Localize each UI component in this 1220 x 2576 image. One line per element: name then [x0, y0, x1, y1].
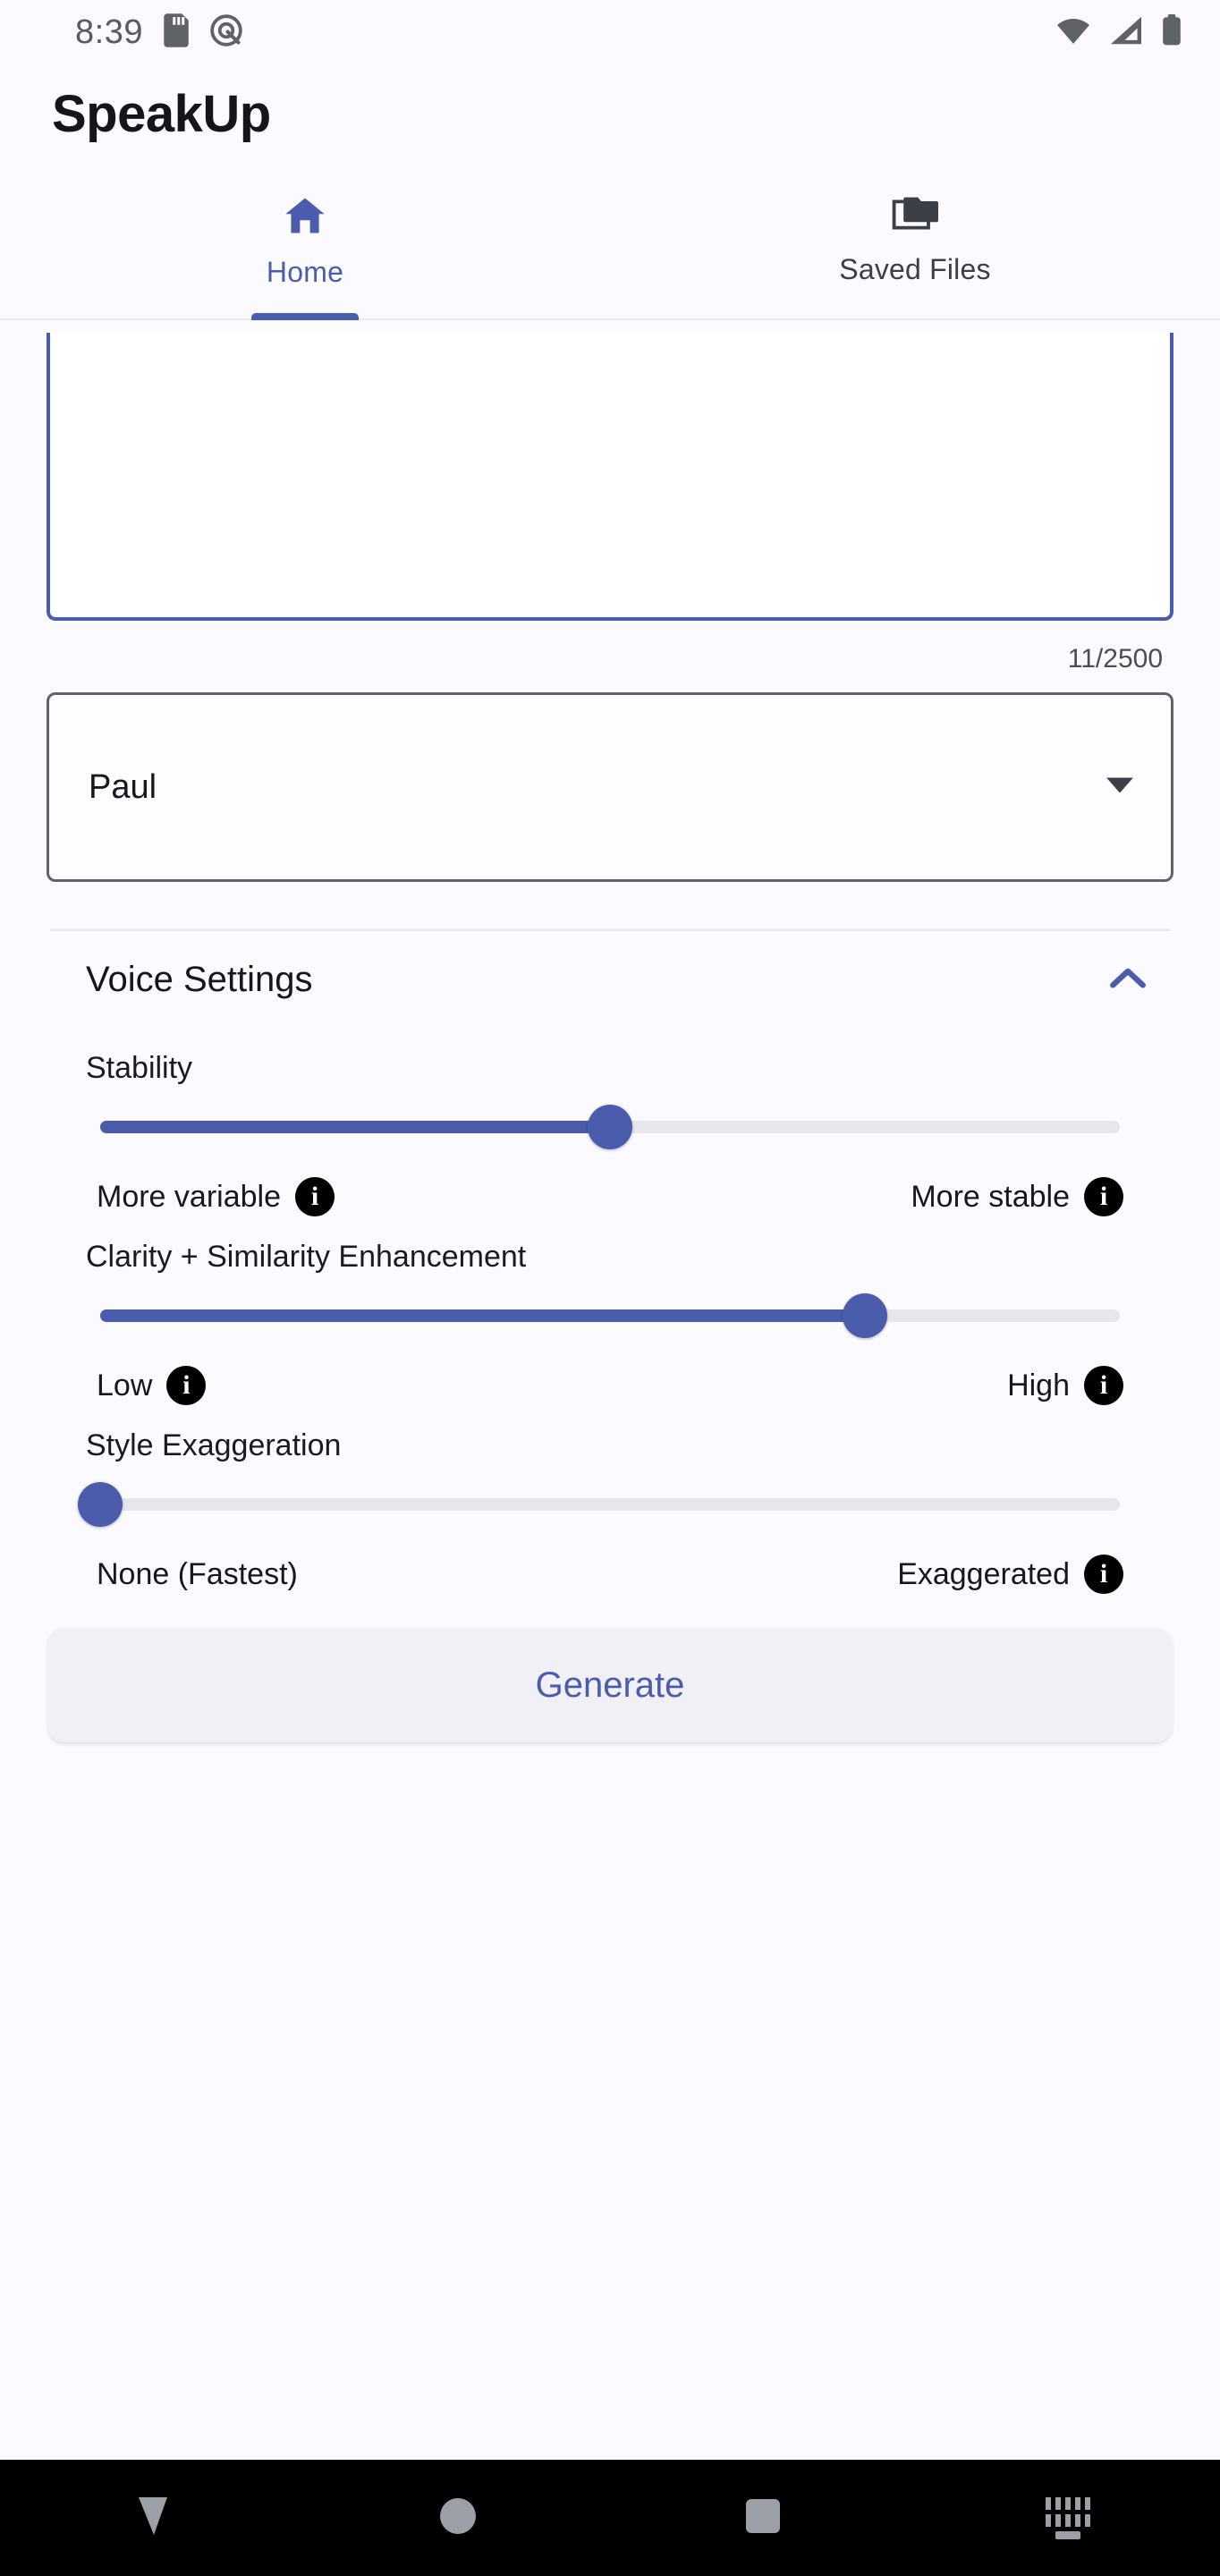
voice-select-value: Paul	[89, 767, 157, 806]
nav-recents-button[interactable]	[610, 2497, 915, 2539]
slider-stability-label: Stability	[86, 1051, 193, 1085]
tab-bar: Home Saved Files	[0, 163, 1220, 320]
nav-back-button[interactable]	[0, 2496, 305, 2541]
app-bar: SpeakUp	[0, 64, 1220, 163]
sd-card-icon	[163, 13, 190, 52]
slider-style-exaggeration: Style Exaggeration None (Fastest) Exagge…	[47, 1428, 1173, 1594]
slider-stability-min-label: More variable	[97, 1179, 281, 1214]
status-bar-left: 8:39	[75, 13, 243, 52]
slider-fill	[100, 1121, 610, 1133]
recents-square-icon	[744, 2497, 782, 2539]
slider-style-min-label: None (Fastest)	[97, 1556, 298, 1591]
generate-button-wrap: Generate	[47, 1628, 1173, 1742]
character-counter: 11/2500	[1067, 644, 1163, 674]
android-nav-bar	[0, 2460, 1220, 2576]
tab-home-label: Home	[266, 256, 344, 288]
slider-stability: Stability More variable i More stable i	[47, 1051, 1173, 1216]
slider-clarity-max-label: High	[1007, 1368, 1070, 1402]
slider-clarity-max: High i	[1007, 1366, 1123, 1405]
chevron-up-icon[interactable]	[1109, 966, 1147, 994]
slider-style-min: None (Fastest)	[97, 1557, 298, 1592]
slider-stability-max: More stable i	[911, 1177, 1123, 1216]
tab-saved-files[interactable]: Saved Files	[610, 163, 1220, 318]
status-bar-right	[1055, 13, 1182, 51]
folder-copy-icon	[892, 195, 938, 241]
info-icon[interactable]: i	[1084, 1177, 1123, 1216]
status-bar: 8:39	[0, 0, 1220, 64]
tab-saved-files-label: Saved Files	[839, 253, 991, 285]
tab-home[interactable]: Home	[0, 163, 610, 320]
slider-thumb[interactable]	[588, 1105, 632, 1149]
slider-clarity-label: Clarity + Similarity Enhancement	[86, 1240, 527, 1274]
android-q-icon	[209, 13, 243, 52]
voice-settings-title: Voice Settings	[86, 959, 313, 999]
battery-icon	[1161, 13, 1182, 51]
slider-thumb[interactable]	[78, 1482, 123, 1527]
chevron-down-icon	[1105, 775, 1135, 800]
slider-clarity: Clarity + Similarity Enhancement Low i H…	[47, 1240, 1173, 1405]
home-circle-icon	[438, 2496, 478, 2540]
wifi-icon	[1055, 15, 1091, 50]
slider-track[interactable]	[78, 1482, 1120, 1527]
slider-fill	[100, 1309, 865, 1322]
nav-home-button[interactable]	[305, 2496, 610, 2540]
generate-button[interactable]: Generate	[48, 1628, 1172, 1742]
main-content: 11/2500 Paul Voice Settings Stability Mo…	[0, 320, 1220, 2460]
keyboard-row-top	[1045, 2496, 1090, 2510]
keyboard-row-mid	[1045, 2513, 1090, 2527]
slider-clarity-min: Low i	[97, 1366, 207, 1405]
nav-keyboard-switch-button[interactable]	[915, 2496, 1220, 2539]
slider-style-max: Exaggerated i	[897, 1555, 1123, 1594]
slider-clarity-control[interactable]	[72, 1275, 1148, 1357]
home-icon	[282, 192, 328, 243]
keyboard-spacebar	[1055, 2530, 1080, 2539]
slider-track[interactable]	[100, 1293, 1120, 1338]
slider-style-max-label: Exaggerated	[897, 1556, 1070, 1591]
slider-track[interactable]	[100, 1105, 1120, 1149]
info-icon[interactable]: i	[1084, 1366, 1123, 1405]
info-icon[interactable]: i	[166, 1366, 207, 1405]
slider-style-label: Style Exaggeration	[86, 1428, 342, 1462]
tab-active-indicator	[251, 313, 359, 320]
slider-clarity-endcaps: Low i High i	[72, 1366, 1148, 1405]
voice-select-dropdown[interactable]: Paul	[47, 692, 1173, 882]
status-bar-clock: 8:39	[75, 13, 143, 51]
back-down-icon	[133, 2496, 173, 2541]
slider-stability-control[interactable]	[72, 1086, 1148, 1168]
info-icon[interactable]: i	[294, 1177, 335, 1216]
slider-clarity-min-label: Low	[97, 1368, 153, 1402]
slider-style-control[interactable]	[72, 1463, 1148, 1546]
phone-screen: 8:39 SpeakUp Home Saved Files 11/2500 Pa…	[0, 0, 1220, 2576]
slider-stability-max-label: More stable	[911, 1179, 1070, 1214]
slider-thumb[interactable]	[843, 1293, 887, 1338]
keyboard-switch-icon	[1045, 2496, 1090, 2539]
page-title: SpeakUp	[52, 84, 271, 143]
slider-style-endcaps: None (Fastest) Exaggerated i	[72, 1555, 1148, 1594]
cellular-signal-icon	[1109, 15, 1143, 50]
voice-settings-header[interactable]: Voice Settings	[47, 931, 1173, 1028]
slider-stability-min: More variable i	[97, 1177, 335, 1216]
slider-stability-endcaps: More variable i More stable i	[72, 1177, 1148, 1216]
info-icon[interactable]: i	[1084, 1555, 1123, 1594]
text-input-area[interactable]	[47, 333, 1173, 621]
